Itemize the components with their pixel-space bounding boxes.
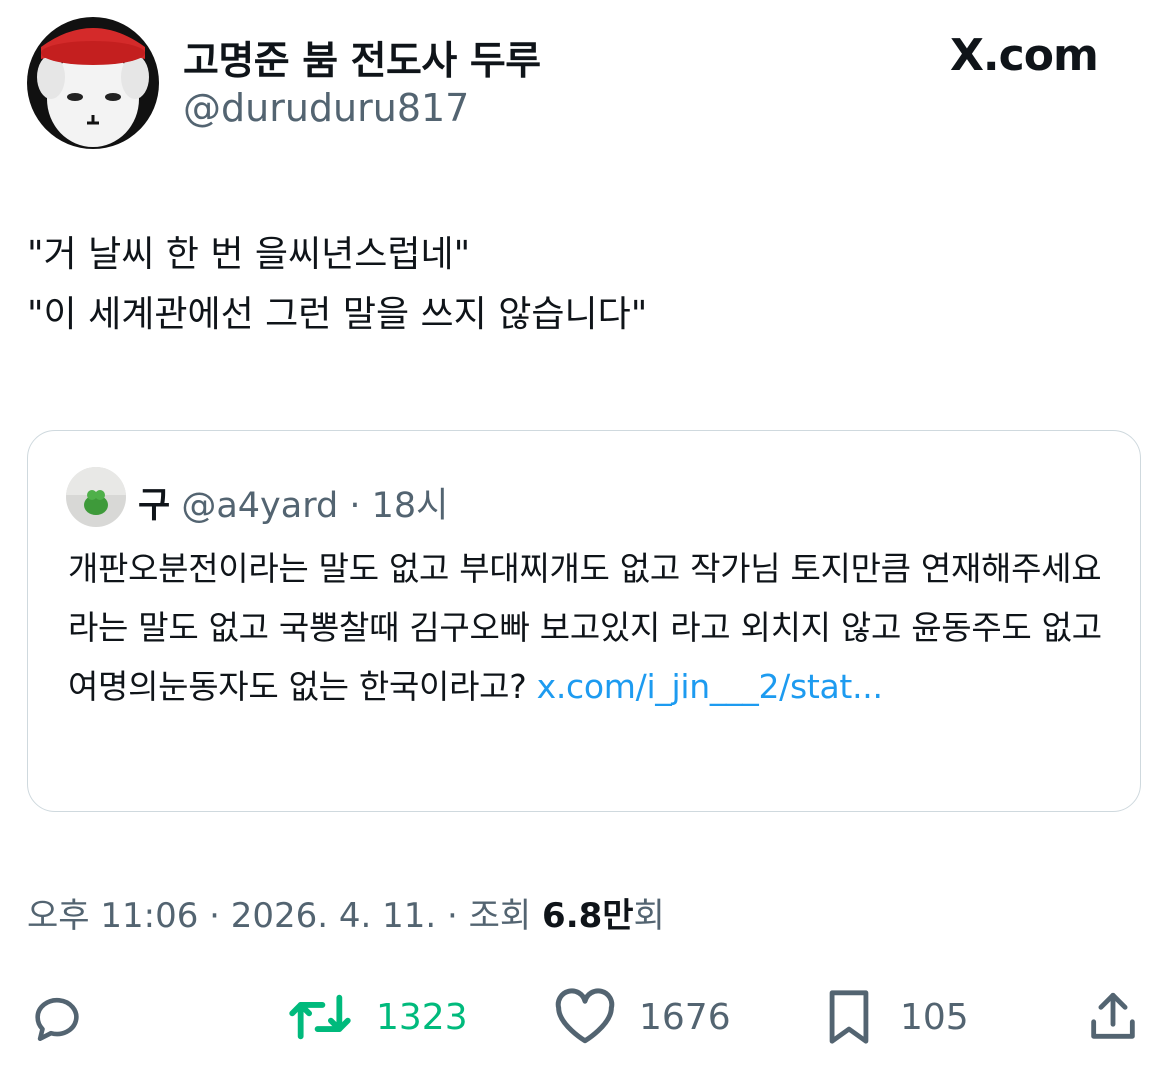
share-button[interactable] bbox=[1084, 985, 1142, 1049]
bookmark-icon bbox=[820, 988, 878, 1046]
reply-button[interactable] bbox=[28, 985, 86, 1049]
view-suffix: 회 bbox=[633, 896, 665, 936]
quoted-handle[interactable]: @a4yard bbox=[181, 486, 338, 526]
quoted-avatar[interactable] bbox=[66, 467, 126, 527]
retweet-button[interactable]: 1323 bbox=[286, 985, 468, 1049]
like-count: 1676 bbox=[639, 996, 731, 1038]
tweet-time[interactable]: 오후 11:06 · 2026. 4. 11. · 조회 bbox=[27, 896, 542, 936]
quoted-name[interactable]: 구 bbox=[138, 486, 170, 526]
quoted-tweet[interactable]: 구 @a4yard · 18시 개판오분전이라는 말도 없고 부대찌개도 없고 … bbox=[27, 430, 1141, 812]
brand-logo: X.com bbox=[950, 30, 1099, 81]
quoted-link[interactable]: x.com/i_jin___2/stat... bbox=[537, 667, 883, 706]
bookmark-button[interactable]: 105 bbox=[820, 985, 969, 1049]
view-count: 6.8만 bbox=[542, 896, 634, 936]
quoted-time: · 18시 bbox=[349, 486, 449, 526]
reply-icon bbox=[28, 988, 86, 1046]
action-bar: 1323 1676 105 bbox=[0, 985, 1170, 1049]
share-icon bbox=[1084, 988, 1142, 1046]
tweet-meta: 오후 11:06 · 2026. 4. 11. · 조회 6.8만회 bbox=[27, 888, 665, 937]
author-avatar[interactable] bbox=[27, 17, 159, 149]
tweet-line: "이 세계관에선 그런 말을 쓰지 않습니다" bbox=[27, 294, 648, 335]
author-handle[interactable]: @duruduru817 bbox=[183, 86, 469, 130]
tweet-line: "거 날씨 한 번 을씨년스럽네" bbox=[27, 234, 471, 275]
tweet-text: "거 날씨 한 번 을씨년스럽네" "이 세계관에선 그런 말을 쓰지 않습니다… bbox=[27, 225, 647, 345]
quoted-header: 구 @a4yard · 18시 bbox=[138, 477, 448, 528]
retweet-icon bbox=[286, 988, 354, 1046]
retweet-count: 1323 bbox=[376, 996, 468, 1038]
heart-icon bbox=[553, 988, 617, 1046]
like-button[interactable]: 1676 bbox=[553, 985, 731, 1049]
quoted-text: 개판오분전이라는 말도 없고 부대찌개도 없고 작가님 토지만큼 연재해주세요 … bbox=[68, 539, 1118, 716]
author-name[interactable]: 고명준 붐 전도사 두루 bbox=[183, 30, 541, 86]
bookmark-count: 105 bbox=[900, 996, 969, 1038]
